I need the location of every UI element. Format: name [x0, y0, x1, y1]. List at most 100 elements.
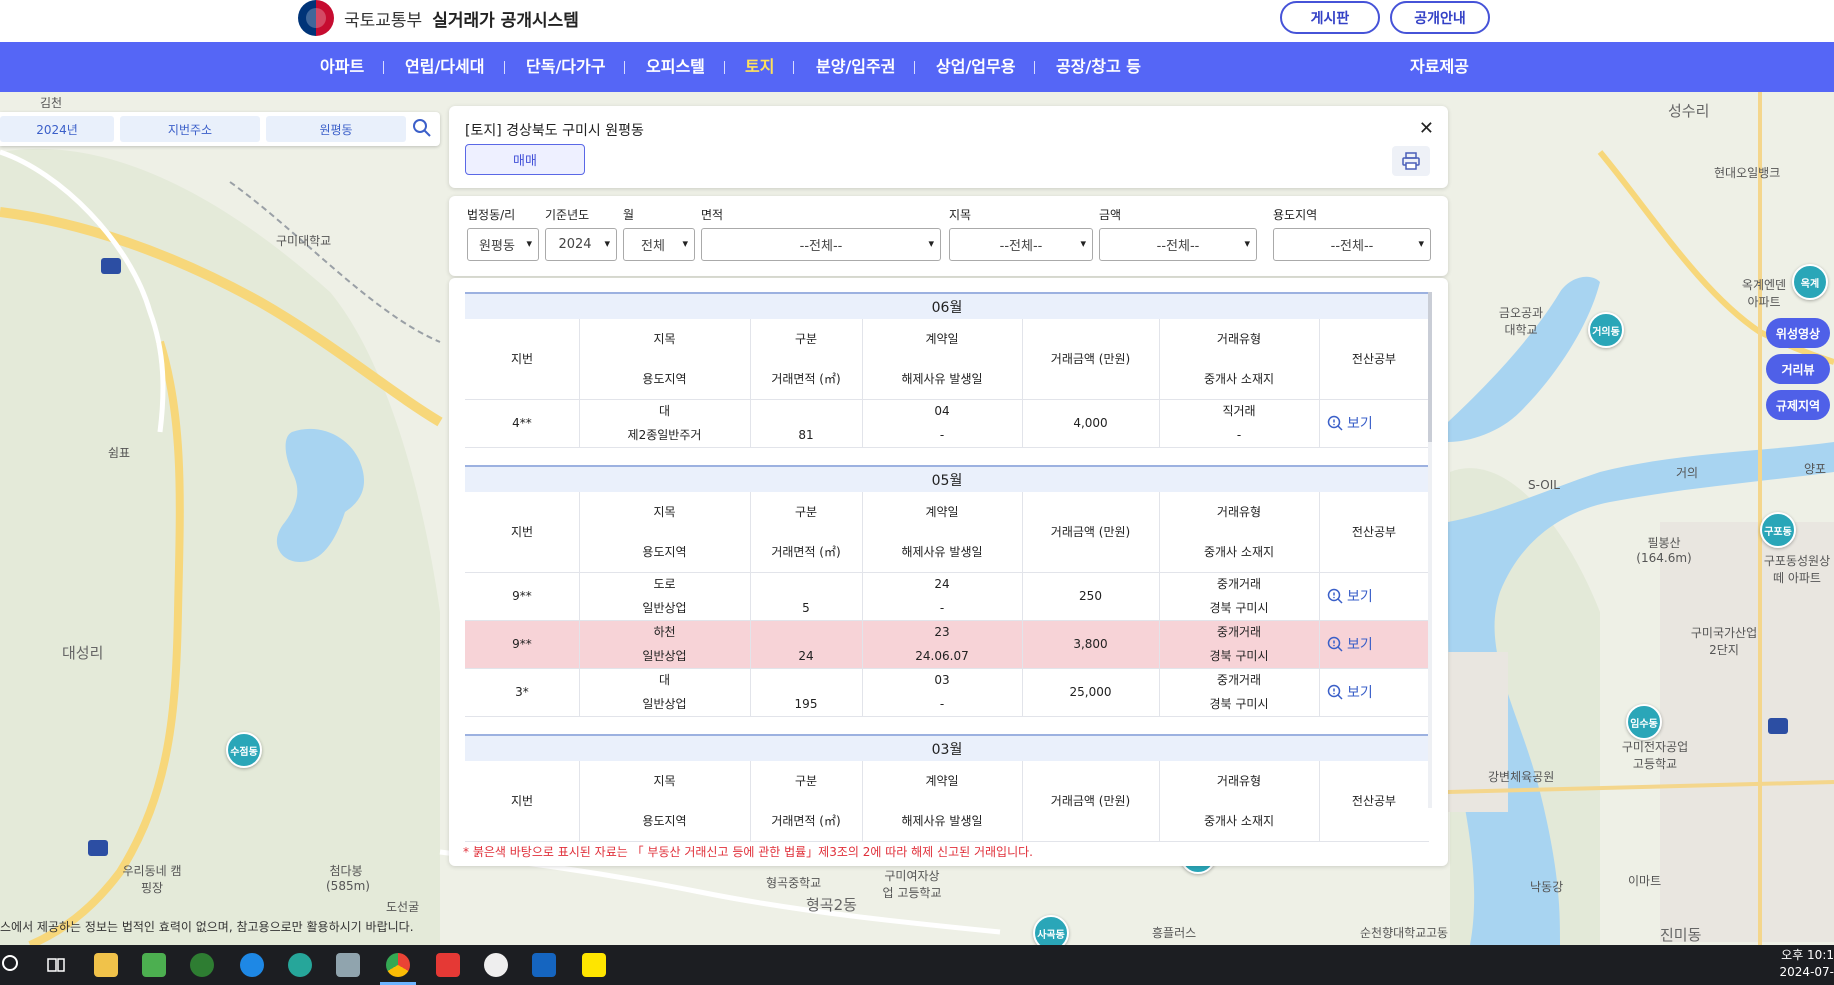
cell-contract-day: 24 [934, 577, 950, 591]
chevron-down-icon: ▾ [1080, 237, 1086, 250]
search-icon[interactable] [412, 118, 432, 138]
task-view-icon[interactable] [44, 953, 68, 977]
nav-separator [383, 61, 384, 74]
dong-marker[interactable]: 구포동 [1760, 512, 1796, 548]
place-label: 형곡2동 [806, 896, 857, 914]
nav-row-house[interactable]: 연립/다세대 [405, 42, 484, 92]
magnifier-icon [1327, 684, 1343, 700]
disclosure-guide-button[interactable]: 공개안내 [1390, 1, 1490, 34]
search-icon[interactable] [0, 953, 24, 977]
grid-line [1319, 319, 1320, 447]
col-header-agent-location: 중개사 소재지 [1203, 814, 1275, 828]
terrain-area [0, 148, 440, 945]
nav-commercial[interactable]: 상업/업무용 [936, 42, 1015, 92]
chevron-down-icon: ▾ [526, 237, 532, 250]
search-dong-chip[interactable]: 원평동 [266, 116, 406, 142]
board-button[interactable]: 게시판 [1280, 1, 1380, 34]
app-icon[interactable] [484, 953, 508, 977]
price-select[interactable]: --전체-- ▾ [1099, 228, 1257, 261]
search-address-type-chip[interactable]: 지번주소 [120, 116, 260, 142]
search-year-chip[interactable]: 2024년 [0, 116, 114, 142]
app-icon[interactable] [436, 953, 460, 977]
chrome-browser-icon[interactable] [386, 953, 410, 977]
place-label: 필봉산 (164.6m) [1636, 536, 1692, 565]
col-header-contract-day: 계약일 [925, 505, 959, 519]
print-icon[interactable] [1392, 146, 1430, 176]
month-select[interactable]: 전체 ▾ [623, 228, 695, 261]
cell-jibun: 9** [512, 637, 532, 651]
filter-bar: 법정동/리 원평동 ▾ 기준년도 2024 ▾ 월 전체 ▾ 면적 --전체-- ▾ 지… [449, 196, 1448, 276]
naver-whale-icon[interactable] [190, 953, 214, 977]
land-category-select[interactable]: --전체-- ▾ [949, 228, 1093, 261]
tab-sale[interactable]: 매매 [465, 144, 585, 175]
regulated-area-button[interactable]: 규제지역 [1766, 390, 1830, 420]
cell-agent-location: 경북 구미시 [1209, 697, 1269, 711]
nav-land[interactable]: 토지 [745, 42, 774, 92]
col-header-jimok: 지목 [653, 505, 676, 519]
filter-label: 기준년도 [545, 208, 590, 222]
view-registry-button[interactable]: 보기 [1327, 634, 1373, 654]
col-header-deal-type: 거래유형 [1216, 505, 1262, 519]
col-header-area: 거래면적 (㎡) [771, 814, 841, 828]
grid-line [465, 716, 1429, 717]
year-select[interactable]: 2024 ▾ [545, 228, 617, 261]
nav-presale-right[interactable]: 분양/입주권 [816, 42, 895, 92]
area-select[interactable]: --전체-- ▾ [701, 228, 941, 261]
grid-line [862, 761, 863, 841]
transaction-results[interactable]: 06월 지번 지목 용도지역 구분 거래면적 (㎡) 계약일 해제사유 발생일 거래금액 (만원… [449, 278, 1448, 866]
kakaotalk-icon[interactable] [582, 953, 606, 977]
cell-deal-type: 직거래 [1222, 404, 1256, 418]
nav-data-provision[interactable]: 자료제공 [1410, 42, 1469, 92]
filter-label: 법정동/리 [467, 208, 516, 222]
grid-line [465, 572, 1429, 573]
file-explorer-icon[interactable] [94, 953, 118, 977]
chevron-down-icon: ▾ [604, 237, 610, 250]
internet-explorer-icon[interactable] [240, 953, 264, 977]
cell-cancel-date: - [939, 697, 945, 711]
maps-app-icon[interactable] [142, 953, 166, 977]
urban-area [1448, 652, 1508, 812]
dong-marker[interactable]: 임수동 [1626, 704, 1662, 740]
view-label: 보기 [1347, 637, 1373, 653]
grid-line [750, 761, 751, 841]
place-label: 구미대학교 [276, 234, 332, 248]
nav-factory-warehouse[interactable]: 공장/창고 등 [1056, 42, 1141, 92]
dong-marker[interactable]: 수점동 [226, 732, 262, 768]
scrollbar-thumb[interactable] [1428, 292, 1432, 442]
grid-line [1159, 761, 1160, 841]
cell-gubun [750, 620, 862, 644]
app-icon[interactable] [532, 953, 556, 977]
street-view-button[interactable]: 거리뷰 [1766, 354, 1830, 384]
nav-apartment[interactable]: 아파트 [320, 42, 364, 92]
dong-select[interactable]: 원평동 ▾ [467, 228, 539, 261]
dong-marker[interactable]: 옥계 [1792, 264, 1828, 300]
cell-price: 4,000 [1073, 416, 1108, 430]
view-registry-button[interactable]: 보기 [1327, 586, 1373, 606]
col-header-zoning: 용도지역 [642, 814, 687, 828]
cell-jibun: 4** [512, 416, 532, 430]
view-registry-button[interactable]: 보기 [1327, 413, 1373, 433]
cell-gubun [750, 668, 862, 692]
cell-cancel-date: - [939, 428, 945, 442]
site-logo[interactable]: 국토교통부 실거래가 공개시스템 [298, 0, 579, 36]
cell-deal-type: 중개거래 [1216, 625, 1262, 639]
zoning-select[interactable]: --전체-- ▾ [1273, 228, 1431, 261]
nav-officetel[interactable]: 오피스텔 [646, 42, 705, 92]
edge-browser-icon[interactable] [288, 953, 312, 977]
dong-marker[interactable]: 사곡동 [1033, 915, 1069, 945]
satellite-view-button[interactable]: 위성영상 [1766, 318, 1830, 348]
close-icon[interactable]: ✕ [1419, 118, 1434, 139]
grid-line [579, 761, 580, 841]
dong-marker[interactable]: 거의동 [1588, 312, 1624, 348]
place-label: 현대오일뱅크 [1714, 166, 1781, 180]
notepad-icon[interactable] [336, 953, 360, 977]
cell-jimok: 하천 [653, 625, 676, 639]
nav-detached-house[interactable]: 단독/다가구 [526, 42, 605, 92]
view-label: 보기 [1347, 416, 1373, 432]
place-label: 우리동네 캠핑장 [122, 864, 182, 895]
panel-title: [토지] 경상북도 구미시 원평동 [465, 123, 644, 139]
system-clock[interactable]: 오후 10:1 2024-07- [1780, 947, 1834, 981]
cell-area: 24 [798, 649, 814, 663]
place-label: S-OIL [1528, 478, 1560, 492]
view-registry-button[interactable]: 보기 [1327, 682, 1373, 702]
